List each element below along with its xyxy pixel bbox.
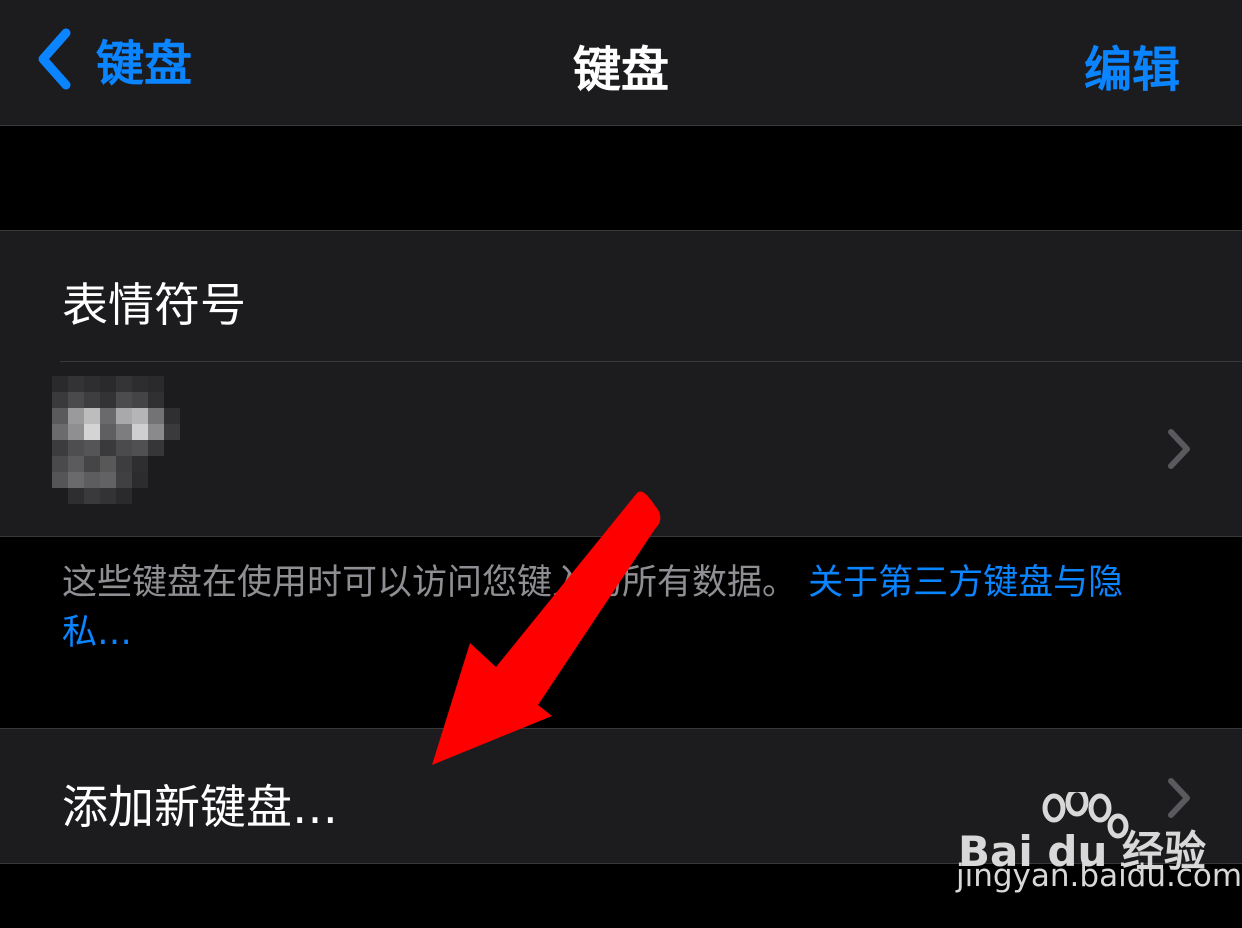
page-title: 键盘	[572, 42, 669, 98]
keyboard-row-third-party[interactable]	[0, 362, 1242, 536]
add-keyboard-label: 添加新键盘…	[62, 780, 338, 834]
navigation-bar: 键盘 键盘 编辑	[0, 0, 1242, 126]
privacy-note-text: 这些键盘在使用时可以访问您键入的所有数据。	[62, 563, 798, 603]
watermark-url: jingyan.baidu.com	[956, 858, 1242, 894]
keyboard-label: 表情符号	[62, 278, 246, 332]
keyboard-row-emoji[interactable]: 表情符号	[0, 231, 1242, 361]
edit-button[interactable]: 编辑	[1084, 30, 1180, 100]
pixelated-keyboard-name	[52, 376, 184, 524]
privacy-note: 这些键盘在使用时可以访问您键入的所有数据。 关于第三方键盘与隐私…	[62, 558, 1182, 658]
chevron-right-icon	[1168, 429, 1190, 469]
keyboard-list: 表情符号	[0, 230, 1242, 537]
